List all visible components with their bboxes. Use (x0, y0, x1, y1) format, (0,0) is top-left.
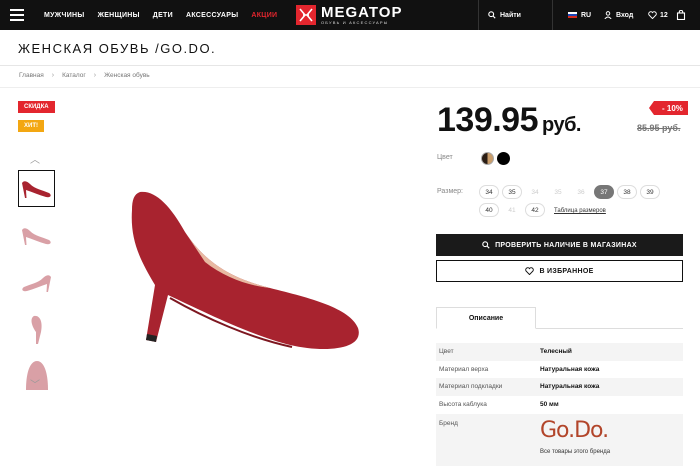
size-option[interactable]: 38 (617, 185, 637, 199)
bag-icon (676, 10, 686, 20)
heart-icon (525, 267, 535, 275)
spec-key: Высота каблука (439, 400, 487, 408)
nav-women[interactable]: ЖЕНЩИНЫ (98, 12, 140, 19)
nav-promotions[interactable]: АКЦИИ (251, 12, 277, 19)
heart-icon (648, 11, 657, 19)
thumbnail-4[interactable] (18, 311, 55, 348)
spec-row: Высота каблука 50 мм (436, 396, 683, 414)
thumbnail-2[interactable] (18, 217, 55, 254)
login-button[interactable]: Вход (604, 0, 633, 30)
check-availability-button[interactable]: ПРОВЕРИТЬ НАЛИЧИЕ В МАГАЗИНАХ (436, 234, 683, 256)
favorites-count: 12 (660, 11, 668, 19)
tab-description[interactable]: Описание (436, 307, 536, 329)
size-option[interactable]: 42 (525, 203, 545, 217)
nav-kids[interactable]: ДЕТИ (153, 12, 173, 19)
product-tabs: Описание (436, 307, 683, 329)
page-title-bar: ЖЕНСКАЯ ОБУВЬ /GO.DO. (0, 30, 700, 66)
size-option[interactable]: 37 (594, 185, 614, 199)
size-option[interactable]: 34 (479, 185, 499, 199)
thumbnail-gallery (18, 170, 55, 405)
old-price: 85.95 руб. (637, 123, 681, 133)
size-option[interactable]: 39 (640, 185, 660, 199)
product-main-image[interactable] (110, 170, 370, 370)
size-option: 34 (531, 188, 539, 196)
spec-value: 50 мм (540, 400, 559, 408)
divider (0, 87, 700, 88)
brand-label: Бренд (439, 420, 458, 427)
russian-flag-icon (568, 12, 577, 18)
brand-all-products-link[interactable]: Все товары этого бренда (540, 449, 610, 455)
size-label: Размер: (437, 188, 464, 195)
thumbnail-3[interactable] (18, 264, 55, 301)
nav-men[interactable]: МУЖЧИНЫ (44, 12, 85, 19)
page-title: ЖЕНСКАЯ ОБУВЬ /GO.DO. (18, 41, 217, 56)
divider (478, 0, 479, 30)
brand-logo[interactable]: Go.Do. (540, 418, 609, 443)
price-currency: руб. (542, 114, 582, 136)
megatop-logo[interactable]: MEGATOP ОБУВЬ И АКСЕССУАРЫ (296, 3, 402, 27)
thumbnail-1[interactable] (18, 170, 55, 207)
nav-accessories[interactable]: АКСЕССУАРЫ (186, 12, 238, 19)
breadcrumb: Главная › Каталог › Женская обувь (19, 72, 150, 79)
hit-badge: ХИТ! (18, 120, 44, 132)
size-option: 36 (577, 188, 585, 196)
sale-badge: СКИДКА (18, 101, 55, 113)
divider (552, 0, 553, 30)
brand-row: Бренд Go.Do. Все товары этого бренда (436, 414, 683, 466)
search-label: Найти (500, 11, 521, 19)
size-option: 41 (508, 206, 516, 214)
spec-value: Натуральная кожа (540, 365, 600, 373)
cart-button[interactable] (676, 0, 686, 30)
check-availability-label: ПРОВЕРИТЬ НАЛИЧИЕ В МАГАЗИНАХ (495, 241, 637, 249)
chevron-right-icon: › (51, 72, 55, 79)
spec-row: Цвет Телесный (436, 343, 683, 361)
chevron-right-icon: › (93, 72, 97, 79)
spec-key: Цвет (439, 348, 454, 356)
logo-name: MEGATOP (321, 4, 403, 21)
language-label: RU (581, 11, 592, 19)
search-icon (482, 241, 490, 249)
login-label: Вход (616, 11, 634, 19)
size-option: 35 (554, 188, 562, 196)
add-to-favorites-label: В ИЗБРАННОЕ (539, 267, 594, 275)
specs-table: Цвет Телесный Материал верха Натуральная к… (436, 343, 683, 413)
size-option[interactable]: 35 (502, 185, 522, 199)
color-swatch-beige[interactable] (481, 152, 494, 165)
favorites-button[interactable]: 12 (648, 0, 668, 30)
spec-row: Материал верха Натуральная кожа (436, 361, 683, 379)
add-to-favorites-button[interactable]: В ИЗБРАННОЕ (436, 260, 683, 282)
main-nav: МУЖЧИНЫ ЖЕНЩИНЫ ДЕТИ АКСЕССУАРЫ АКЦИИ (44, 0, 277, 30)
logo-mark-icon (296, 5, 316, 25)
size-option[interactable]: 40 (479, 203, 499, 217)
color-label: Цвет (437, 154, 453, 161)
chevron-down-icon[interactable]: ﹀ (30, 376, 40, 391)
spec-value: Натуральная кожа (540, 383, 600, 391)
language-selector[interactable]: RU (568, 0, 591, 30)
search-button[interactable]: Найти (488, 0, 521, 30)
spec-key: Материал подкладки (439, 383, 503, 391)
chevron-up-icon[interactable]: ︿ (30, 151, 40, 166)
price-value: 139.95 (437, 101, 539, 139)
breadcrumb-current: Женская обувь (104, 72, 150, 79)
user-icon (604, 11, 612, 19)
spec-row: Материал подкладки Натуральная кожа (436, 378, 683, 396)
breadcrumb-home[interactable]: Главная (19, 72, 44, 79)
search-icon (488, 11, 496, 19)
color-swatch-black[interactable] (497, 152, 510, 165)
discount-badge: - 10% (649, 101, 688, 115)
spec-value: Телесный (540, 348, 572, 356)
product-price: 139.95 руб. (437, 101, 582, 140)
logo-subtitle: ОБУВЬ И АКСЕССУАРЫ (321, 20, 389, 25)
menu-icon[interactable] (10, 9, 24, 21)
breadcrumb-catalog[interactable]: Каталог (62, 72, 86, 79)
top-navigation-bar: МУЖЧИНЫ ЖЕНЩИНЫ ДЕТИ АКСЕССУАРЫ АКЦИИ ME… (0, 0, 700, 30)
spec-key: Материал верха (439, 365, 489, 373)
size-table-link[interactable]: Таблица размеров (554, 208, 606, 214)
